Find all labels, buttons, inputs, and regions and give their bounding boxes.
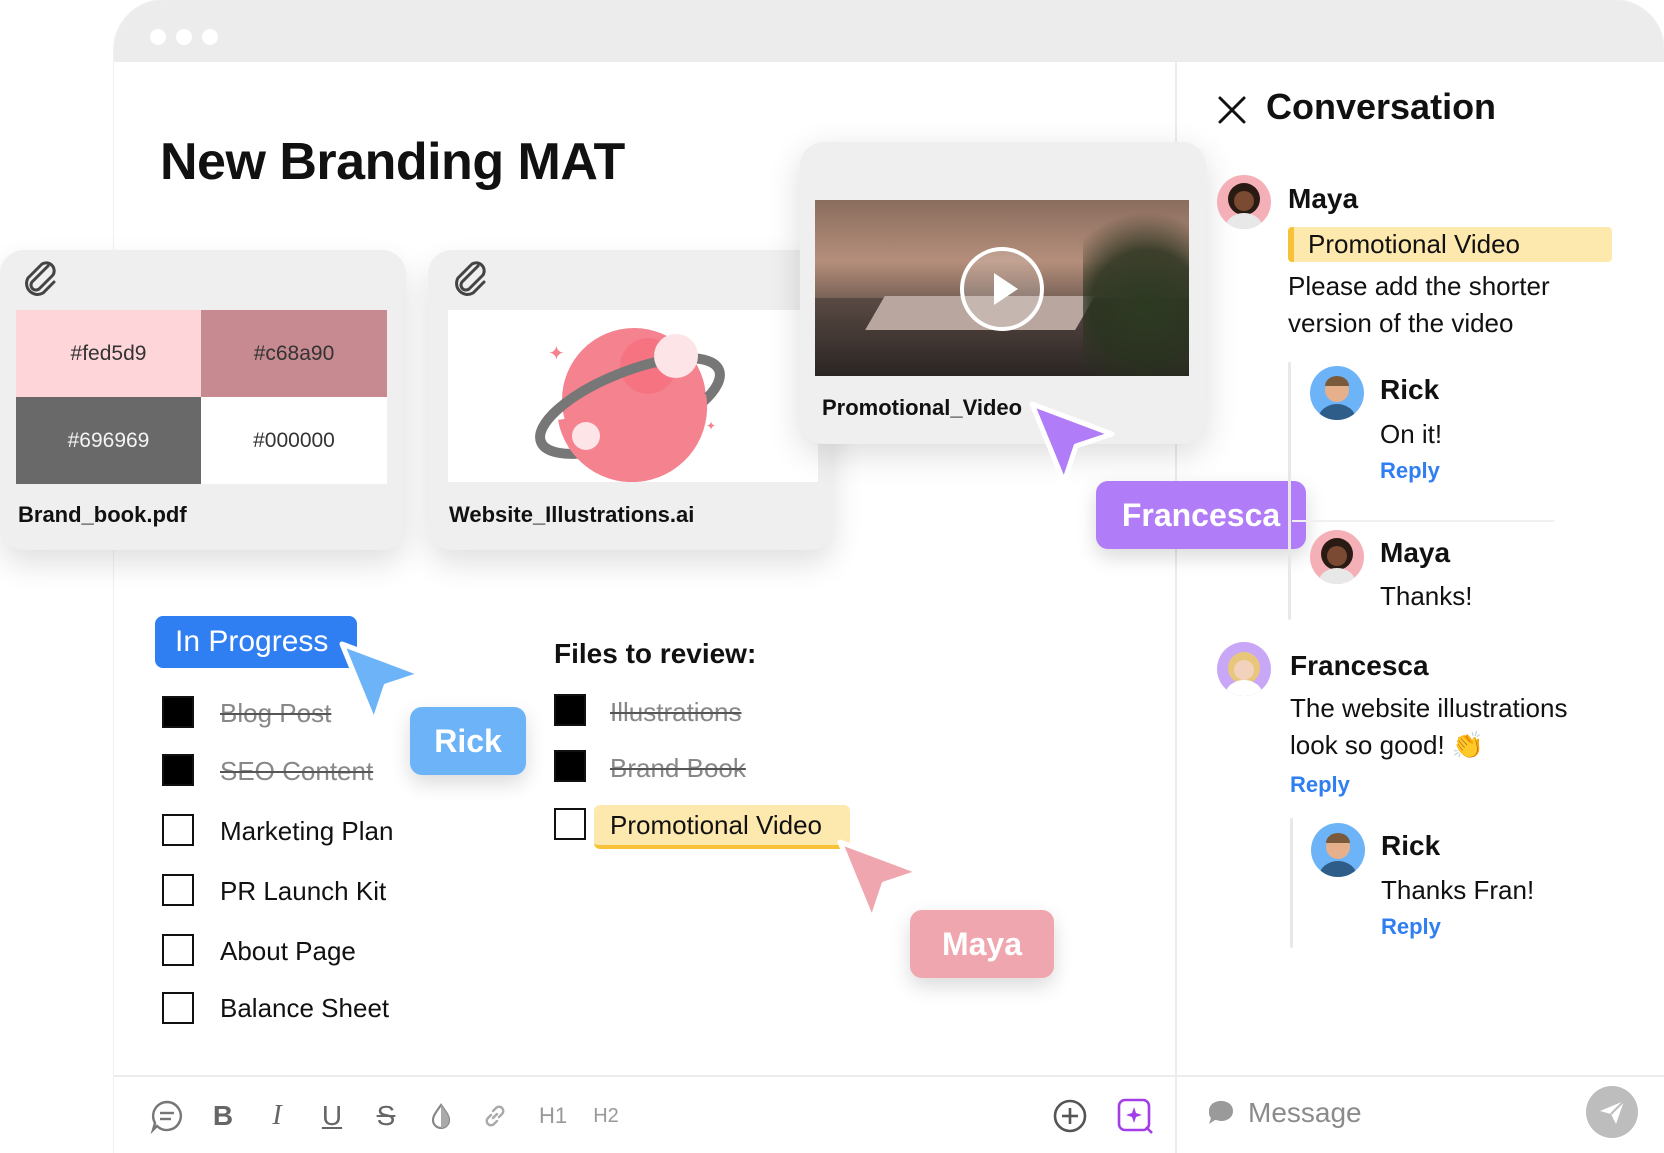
- comment-icon[interactable]: [148, 1098, 186, 1134]
- illustration-preview: ✦ ✦: [448, 310, 818, 483]
- color-swatch: #000000: [201, 397, 387, 484]
- reply-text: Thanks Fran!: [1381, 875, 1535, 905]
- review-checkbox[interactable]: [554, 750, 586, 782]
- window-control-dot[interactable]: [176, 29, 192, 45]
- swatch-label: #fed5d9: [70, 341, 147, 365]
- review-heading: Files to review:: [554, 638, 757, 669]
- svg-text:✦: ✦: [706, 419, 716, 433]
- file-name: Brand_book.pdf: [18, 502, 187, 527]
- reply-divider: [1292, 520, 1554, 522]
- reply-link[interactable]: Reply: [1380, 458, 1440, 484]
- window-control-dot[interactable]: [202, 29, 218, 45]
- status-badge[interactable]: In Progress: [155, 616, 357, 668]
- ai-sparkle-icon[interactable]: [1116, 1098, 1154, 1134]
- svg-text:✦: ✦: [548, 343, 565, 365]
- comment-text: Please add the shorter: [1288, 271, 1550, 301]
- avatar: [1310, 366, 1364, 420]
- color-swatch: #fed5d9: [16, 310, 201, 397]
- reply-text: On it!: [1380, 419, 1443, 449]
- page-title: New Branding MAT: [160, 133, 625, 191]
- planet-icon: ✦ ✦: [535, 328, 725, 483]
- task-checkbox[interactable]: [162, 934, 194, 966]
- task-label: PR Launch Kit: [220, 876, 387, 906]
- review-label: Brand Book: [610, 753, 746, 783]
- color-swatch: #c68a90: [201, 310, 387, 397]
- maya-cursor-tag: Maya: [910, 910, 1054, 978]
- link-icon[interactable]: [480, 1098, 510, 1134]
- window-titlebar: [114, 0, 1664, 62]
- bold-button[interactable]: B: [210, 1098, 236, 1134]
- reply-text: Thanks!: [1380, 581, 1473, 611]
- conversation-title: Conversation: [1266, 86, 1497, 127]
- italic-button[interactable]: I: [266, 1098, 288, 1134]
- comment-text: look so good! 👏: [1290, 730, 1485, 760]
- thread-line: [1290, 818, 1293, 948]
- comment-author: Maya: [1288, 183, 1359, 214]
- underline-button[interactable]: U: [320, 1098, 344, 1134]
- send-button[interactable]: [1586, 1086, 1638, 1138]
- chat-bubble-icon: [1209, 1101, 1233, 1124]
- task-checkbox[interactable]: [162, 696, 194, 728]
- task-label: Balance Sheet: [220, 993, 390, 1023]
- quoted-text[interactable]: Promotional Video: [1288, 227, 1612, 262]
- reply-author: Rick: [1381, 830, 1441, 861]
- reply-link[interactable]: Reply: [1381, 914, 1441, 940]
- review-label: Illustrations: [610, 697, 742, 727]
- task-checkbox[interactable]: [162, 754, 194, 786]
- swatch-label: #000000: [253, 428, 335, 452]
- reply-link[interactable]: Reply: [1290, 772, 1350, 798]
- message-divider: [1177, 1075, 1664, 1077]
- task-label: About Page: [220, 936, 356, 966]
- task-checkbox[interactable]: [162, 874, 194, 906]
- task-checkbox[interactable]: [162, 992, 194, 1024]
- reply-author: Maya: [1380, 537, 1451, 568]
- color-swatch: #696969: [16, 397, 201, 484]
- review-checkbox[interactable]: [554, 694, 586, 726]
- heading1-button[interactable]: H1: [536, 1098, 570, 1134]
- francesca-cursor-icon: [1029, 401, 1115, 485]
- reply-author: Rick: [1380, 374, 1440, 405]
- comment-text: version of the video: [1288, 308, 1514, 338]
- file-name: Website_Illustrations.ai: [449, 502, 695, 527]
- paperclip-icon: [25, 261, 56, 296]
- francesca-cursor-tag: Francesca: [1096, 481, 1306, 549]
- strikethrough-button[interactable]: S: [374, 1098, 398, 1134]
- window-control-dot[interactable]: [150, 29, 166, 45]
- comment-text: The website illustrations: [1290, 693, 1568, 723]
- video-scene: [1083, 200, 1189, 376]
- task-label: Marketing Plan: [220, 816, 394, 846]
- avatar: [1311, 823, 1365, 877]
- task-label: Blog Post: [220, 698, 332, 728]
- task-label: SEO Content: [220, 756, 374, 786]
- thread-line: [1288, 362, 1291, 620]
- file-name: Promotional_Video: [822, 395, 1023, 420]
- video-thumbnail[interactable]: [815, 200, 1189, 376]
- play-triangle: [994, 273, 1018, 305]
- add-icon[interactable]: [1052, 1098, 1088, 1134]
- task-checkbox[interactable]: [162, 814, 194, 846]
- paperclip-icon: [455, 261, 486, 296]
- swatch-label: #c68a90: [253, 341, 335, 365]
- message-input[interactable]: Message: [1248, 1097, 1362, 1129]
- review-label-highlighted[interactable]: Promotional Video: [594, 805, 850, 849]
- rick-cursor-tag: Rick: [410, 707, 526, 775]
- play-icon[interactable]: [960, 247, 1044, 331]
- send-icon: [1600, 1100, 1625, 1124]
- avatar: [1217, 175, 1271, 229]
- color-contrast-icon[interactable]: [428, 1098, 454, 1134]
- swatch-label: #696969: [67, 428, 150, 452]
- heading2-button[interactable]: H2: [590, 1098, 622, 1134]
- avatar: [1310, 530, 1364, 584]
- toolbar-divider: [114, 1075, 1177, 1077]
- review-checkbox[interactable]: [554, 808, 586, 840]
- comment-author: Francesca: [1290, 650, 1429, 681]
- close-icon[interactable]: [1214, 92, 1250, 128]
- avatar: [1217, 642, 1271, 696]
